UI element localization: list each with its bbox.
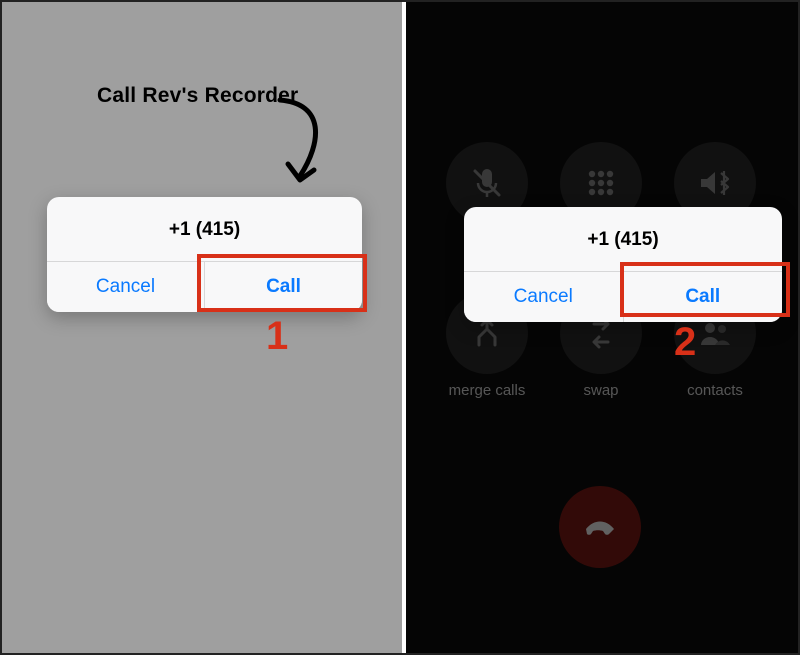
keypad-icon xyxy=(583,165,619,201)
tutorial-composite: Call Rev's Recorder +1 (415) Cancel Call… xyxy=(0,0,800,655)
step-number-2: 2 xyxy=(674,320,696,365)
left-panel: Call Rev's Recorder +1 (415) Cancel Call… xyxy=(2,2,404,653)
call-button[interactable]: Call xyxy=(624,272,783,322)
right-panel: merge calls swap xyxy=(404,2,798,653)
speaker-bluetooth-icon xyxy=(697,165,733,201)
call-alert: +1 (415) Cancel Call xyxy=(464,207,782,322)
alert-title: +1 (415) xyxy=(464,207,782,272)
cancel-button[interactable]: Cancel xyxy=(47,262,205,312)
swap-label: swap xyxy=(583,382,618,399)
contacts-label: contacts xyxy=(687,382,743,399)
call-button[interactable]: Call xyxy=(205,262,362,312)
end-call-button[interactable] xyxy=(559,486,641,568)
call-alert: +1 (415) Cancel Call xyxy=(47,197,362,312)
mute-icon xyxy=(469,165,505,201)
alert-title: +1 (415) xyxy=(47,197,362,262)
alert-actions: Cancel Call xyxy=(464,272,782,322)
alert-actions: Cancel Call xyxy=(47,262,362,312)
hangup-icon xyxy=(580,507,620,547)
annotation-label: Call Rev's Recorder xyxy=(97,84,298,108)
panel-divider xyxy=(402,2,406,653)
cancel-button[interactable]: Cancel xyxy=(464,272,624,322)
step-number-1: 1 xyxy=(266,314,288,359)
merge-calls-label: merge calls xyxy=(449,382,526,399)
